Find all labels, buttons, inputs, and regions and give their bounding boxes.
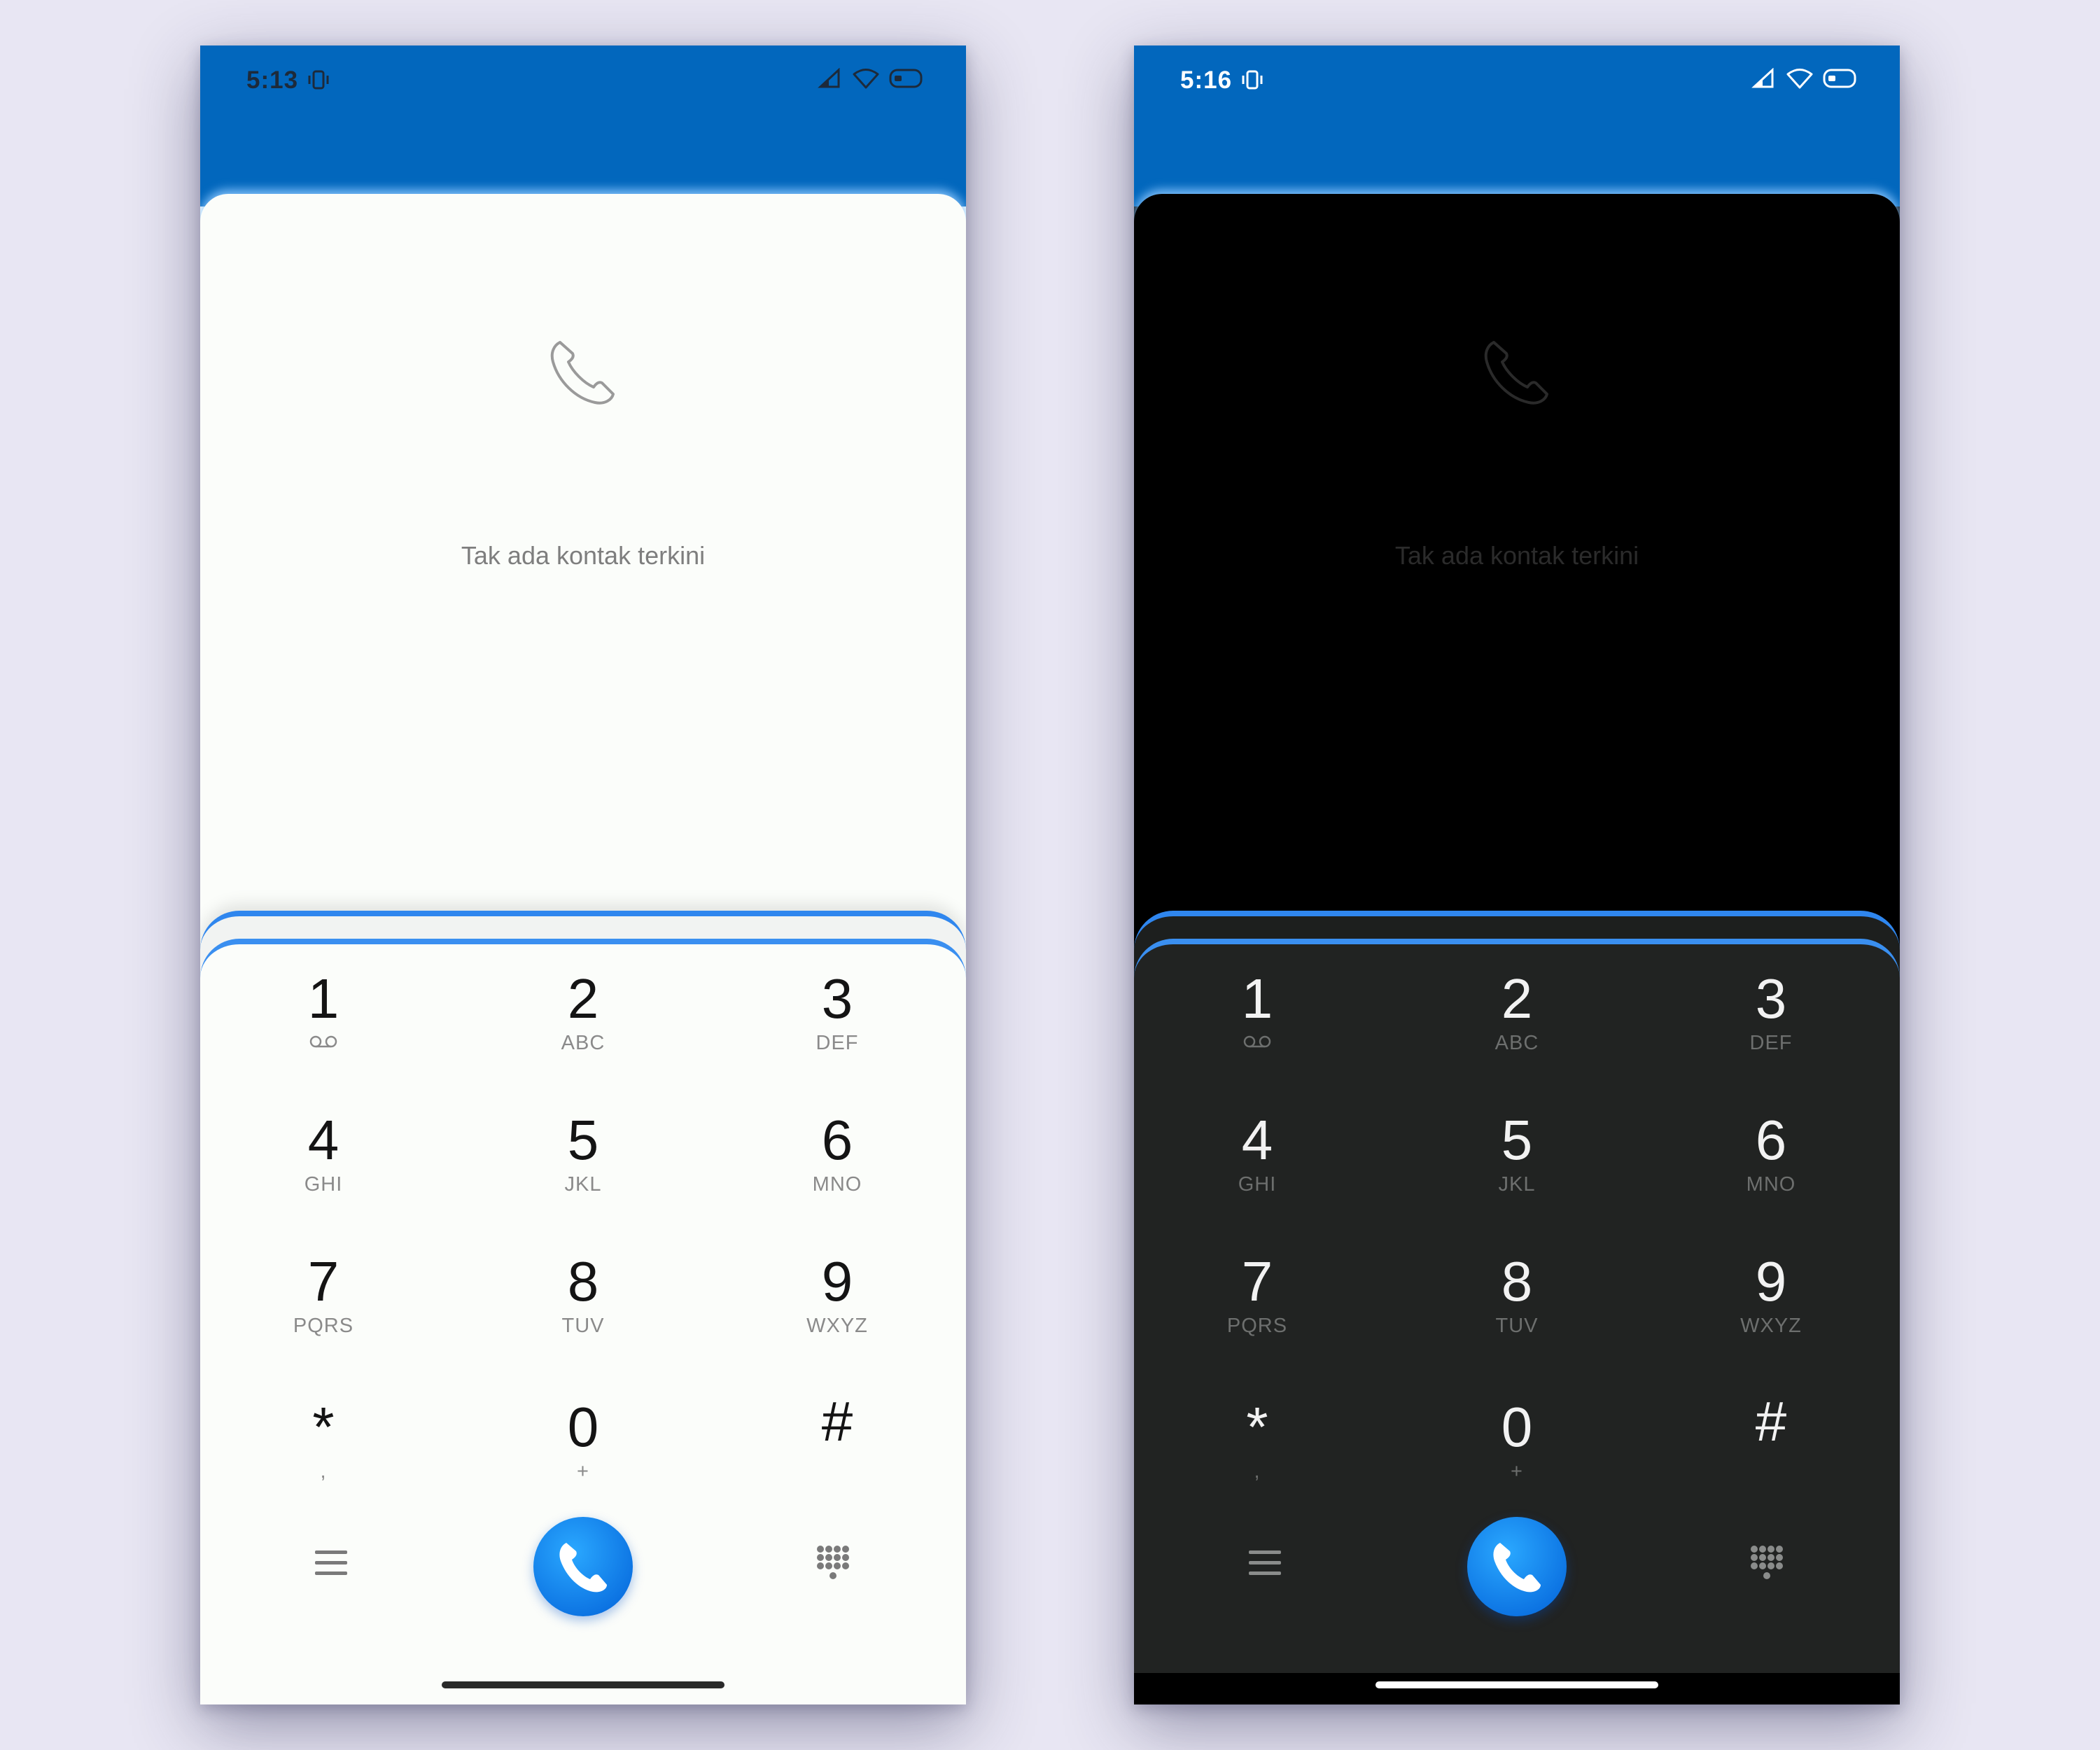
dialpad-grid-icon[interactable] <box>815 1544 850 1586</box>
home-indicator[interactable] <box>1376 1681 1658 1688</box>
status-icons <box>818 67 924 92</box>
call-button[interactable] <box>533 1517 633 1616</box>
phone-outline-icon <box>545 332 622 413</box>
key-9[interactable]: 9 WXYZ <box>753 1252 921 1378</box>
key-4[interactable]: 4 GHI <box>1173 1111 1341 1237</box>
phone-call-icon <box>554 1536 612 1598</box>
key-3[interactable]: 3 DEF <box>1687 969 1855 1096</box>
wifi-icon <box>1786 68 1813 92</box>
key-9[interactable]: 9 WXYZ <box>1687 1252 1855 1378</box>
status-time: 5:13 <box>246 66 299 94</box>
key-star[interactable]: *, <box>1173 1398 1341 1524</box>
empty-state-message: Tak ada kontak terkini <box>461 541 706 570</box>
key-0[interactable]: 0 + <box>499 1398 667 1524</box>
navigation-bar <box>1134 1673 1900 1704</box>
empty-state-message: Tak ada kontak terkini <box>1394 541 1639 570</box>
app-header: 5:13 <box>200 46 966 206</box>
phone-outline-icon <box>1478 332 1555 413</box>
home-indicator[interactable] <box>442 1681 724 1688</box>
signal-icon <box>818 67 843 92</box>
key-6[interactable]: 6 MNO <box>1687 1111 1855 1237</box>
key-hash[interactable]: # <box>753 1392 921 1518</box>
voicemail-icon <box>239 1031 407 1055</box>
key-2[interactable]: 2 ABC <box>499 969 667 1096</box>
wifi-icon <box>853 68 879 92</box>
phone-screen-dark: 5:16 Tak ada kontak terkini 1 2 ABC 3 DEF … <box>1134 46 1900 1704</box>
key-5[interactable]: 5 JKL <box>1433 1111 1601 1237</box>
key-6[interactable]: 6 MNO <box>753 1111 921 1237</box>
key-0[interactable]: 0 + <box>1433 1398 1601 1524</box>
call-button[interactable] <box>1467 1517 1567 1616</box>
key-hash[interactable]: # <box>1687 1392 1855 1518</box>
key-star[interactable]: *, <box>239 1398 407 1524</box>
app-header: 5:16 <box>1134 46 1900 206</box>
voicemail-icon <box>1173 1031 1341 1055</box>
key-7[interactable]: 7 PQRS <box>1173 1252 1341 1378</box>
key-1[interactable]: 1 <box>1173 969 1341 1096</box>
phone-call-icon <box>1488 1536 1546 1598</box>
signal-icon <box>1751 67 1777 92</box>
recent-contacts-panel <box>200 194 966 964</box>
dialpad-grid-icon[interactable] <box>1749 1544 1784 1586</box>
menu-icon[interactable] <box>314 1548 349 1582</box>
phone-screen-light: 5:13 Tak ada kontak terkini 1 2 ABC 3 DEF … <box>200 46 966 1704</box>
key-7[interactable]: 7 PQRS <box>239 1252 407 1378</box>
menu-icon[interactable] <box>1247 1548 1282 1582</box>
key-5[interactable]: 5 JKL <box>499 1111 667 1237</box>
battery-icon <box>1823 68 1858 92</box>
vibrate-icon <box>307 69 330 94</box>
battery-icon <box>889 68 924 92</box>
vibrate-icon <box>1240 69 1264 94</box>
key-8[interactable]: 8 TUV <box>499 1252 667 1378</box>
key-2[interactable]: 2 ABC <box>1433 969 1601 1096</box>
key-1[interactable]: 1 <box>239 969 407 1096</box>
key-4[interactable]: 4 GHI <box>239 1111 407 1237</box>
recent-contacts-panel <box>1134 194 1900 964</box>
key-8[interactable]: 8 TUV <box>1433 1252 1601 1378</box>
key-3[interactable]: 3 DEF <box>753 969 921 1096</box>
status-icons <box>1751 67 1858 92</box>
status-time: 5:16 <box>1180 66 1233 94</box>
